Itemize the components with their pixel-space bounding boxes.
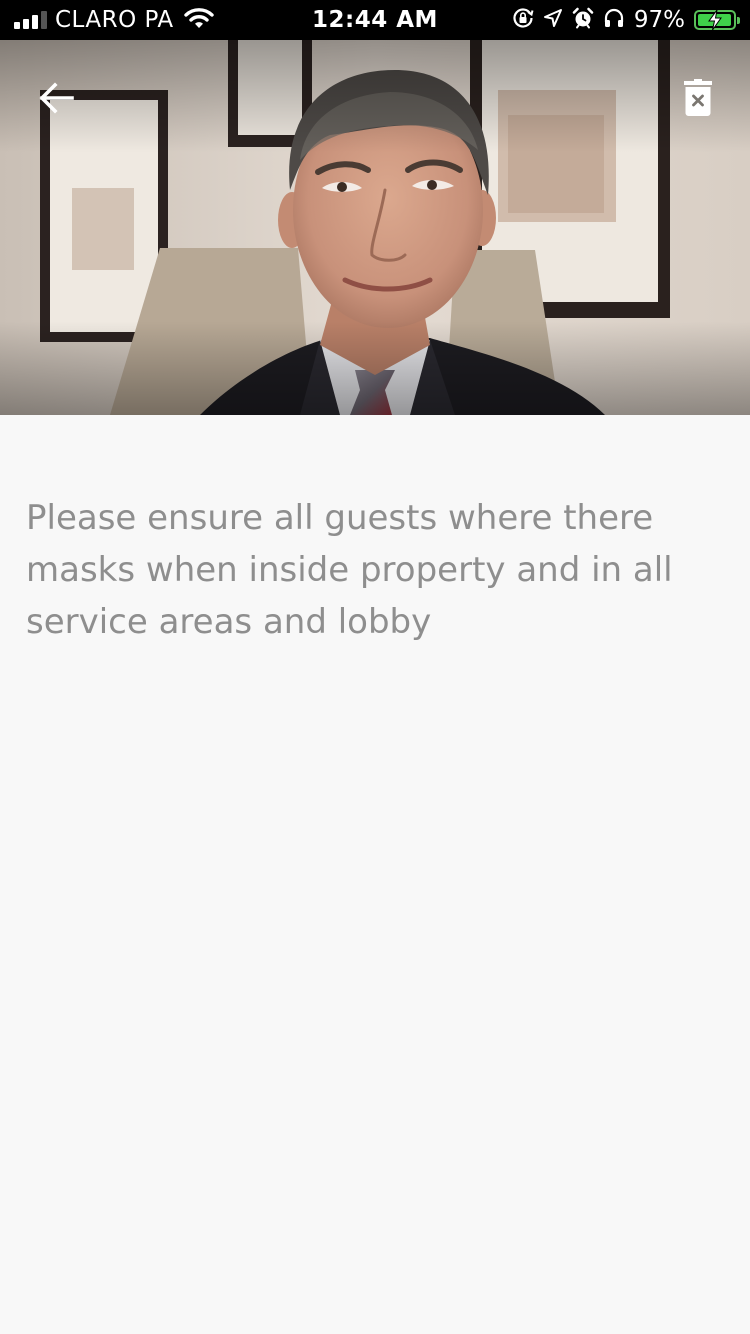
portrait-photo	[0, 40, 750, 415]
headphones-icon	[603, 7, 625, 33]
battery-charging-icon	[694, 10, 740, 30]
back-button[interactable]	[32, 74, 80, 122]
message-detail-screen: CLARO PA 12:44 AM 97% Please ensure all …	[0, 0, 750, 1334]
message-body: Please ensure all guests where there mas…	[26, 498, 673, 642]
status-bar: CLARO PA 12:44 AM 97%	[0, 0, 750, 40]
battery-percent: 97%	[633, 7, 685, 33]
alarm-icon	[572, 7, 594, 33]
trash-x-icon	[684, 79, 712, 116]
status-right: 97%	[512, 0, 740, 40]
header-photo	[0, 40, 750, 415]
location-icon	[543, 8, 563, 32]
orientation-lock-icon	[512, 7, 534, 33]
delete-button[interactable]	[674, 74, 722, 122]
arrow-left-icon	[39, 82, 74, 114]
